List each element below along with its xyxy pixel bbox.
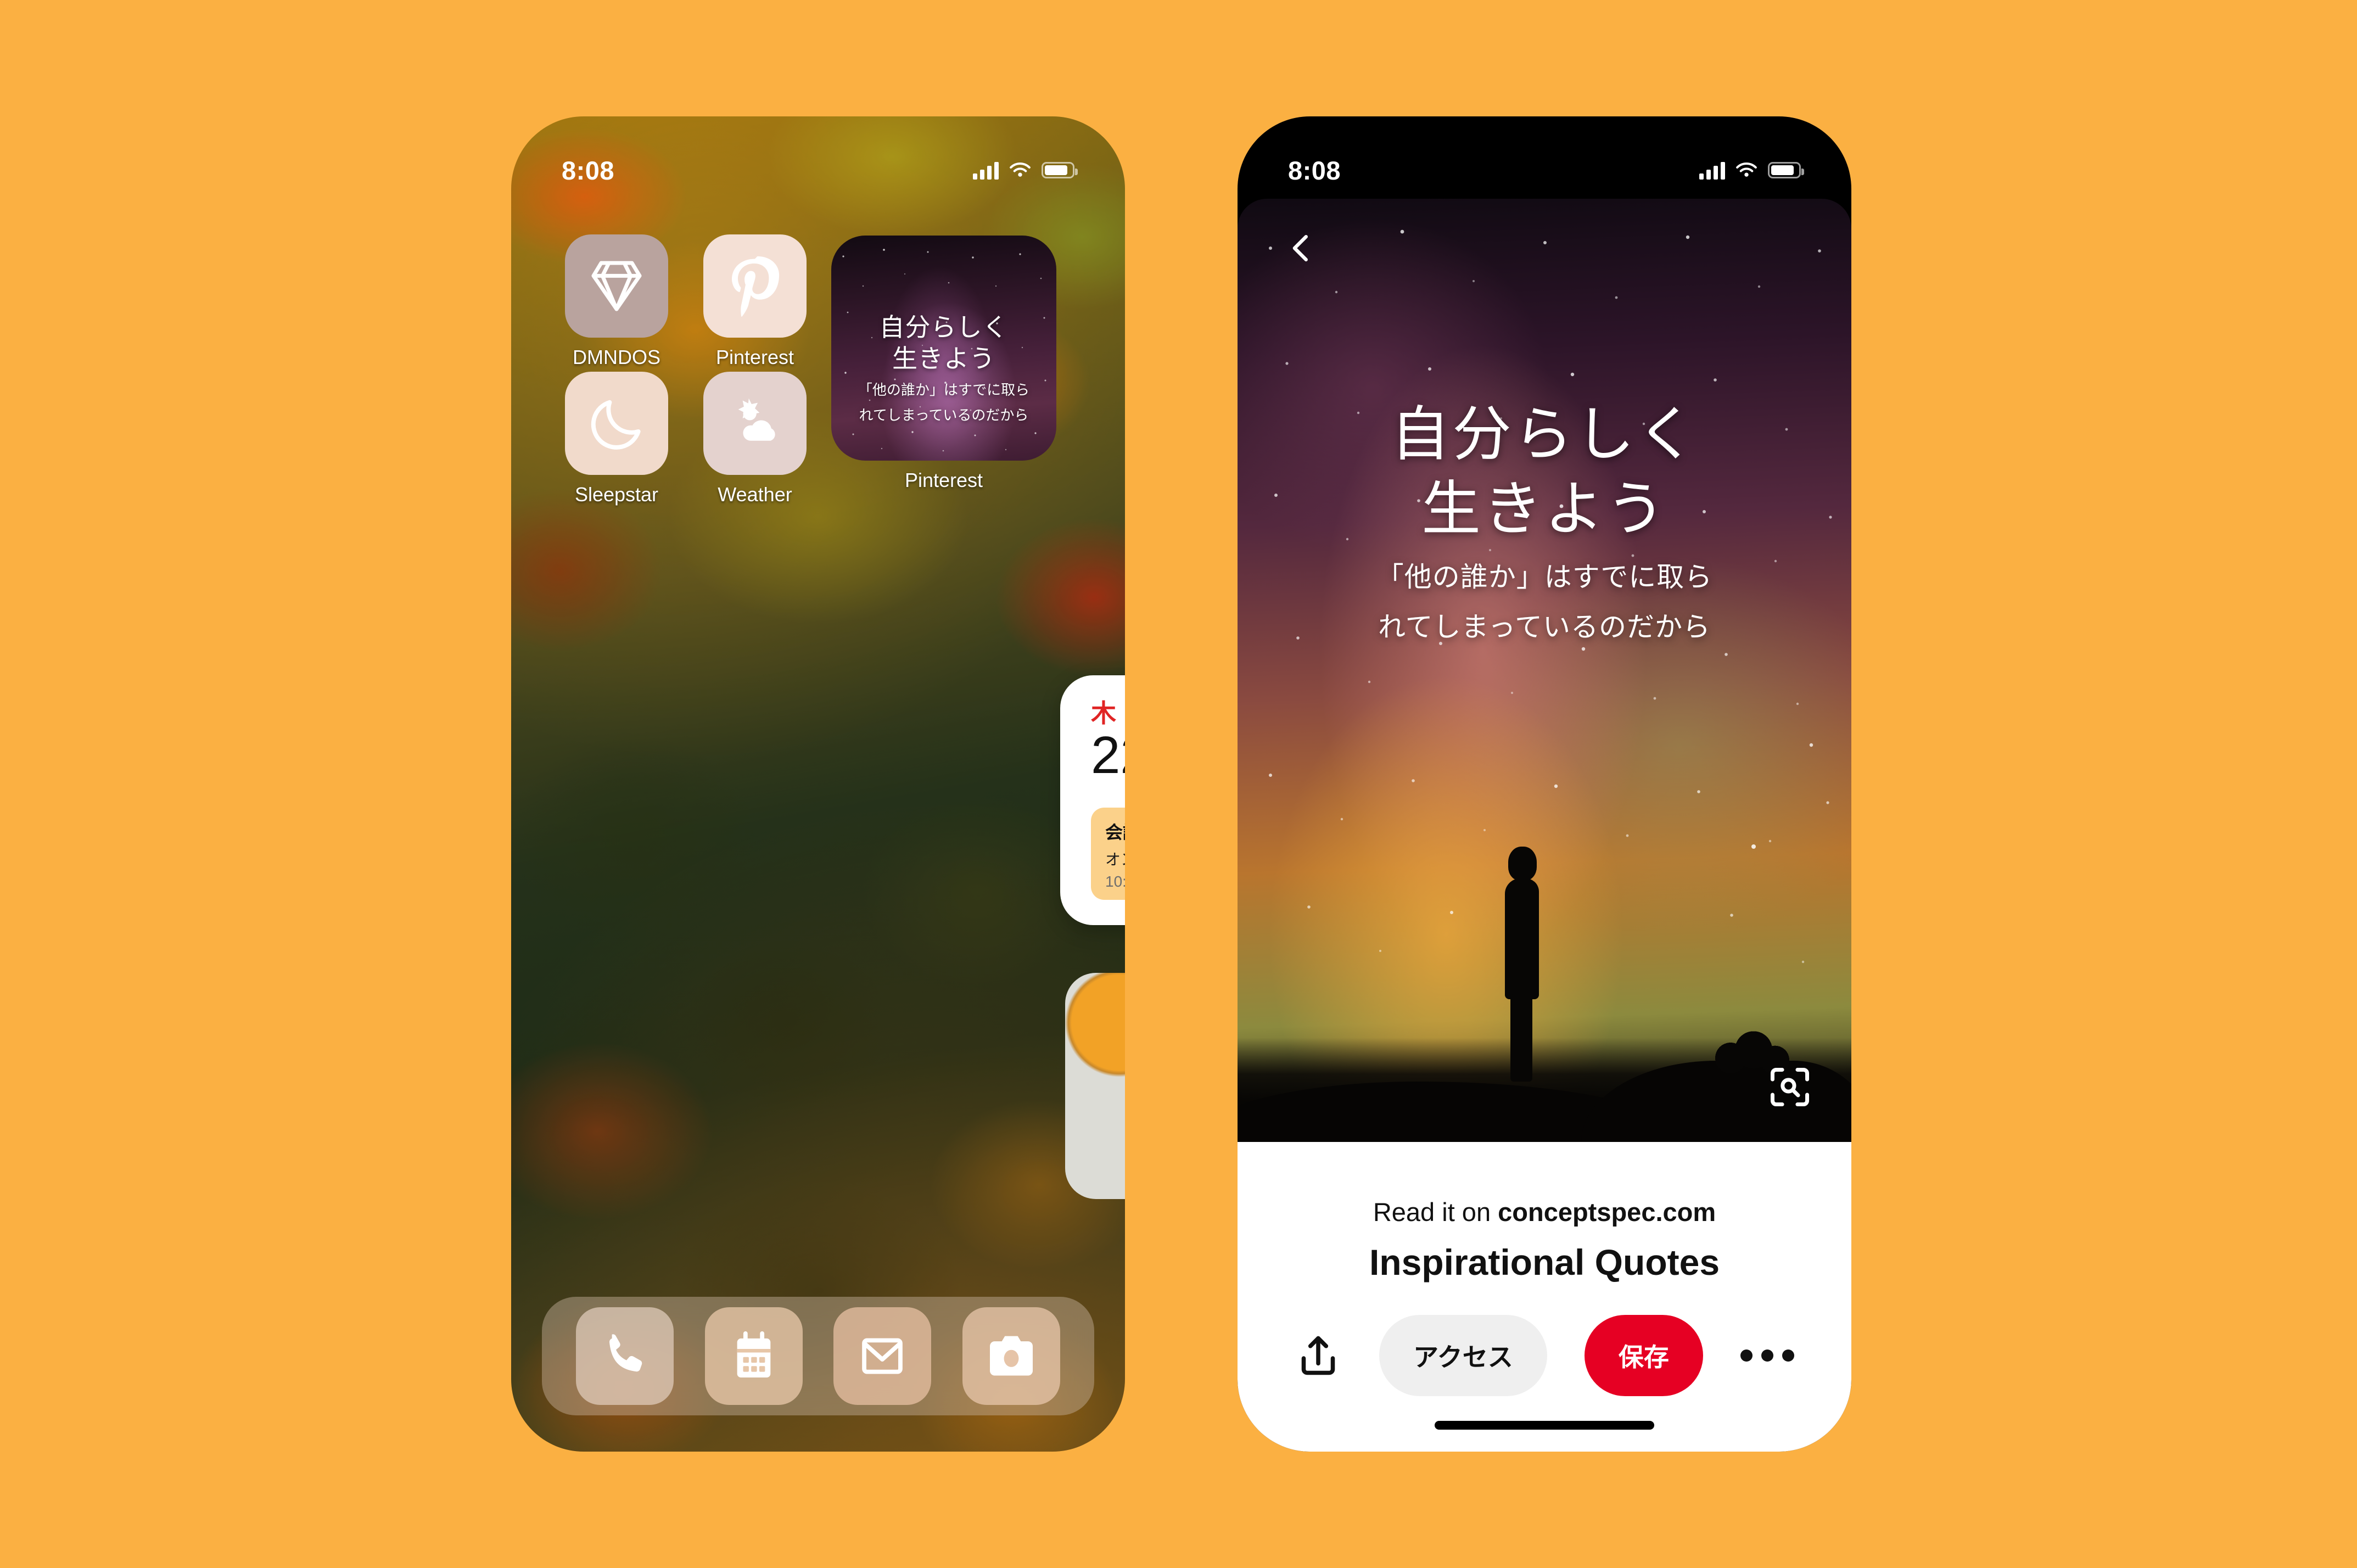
more-dots-icon[interactable] [1740,1349,1794,1362]
read-on-domain: conceptspec.com [1498,1197,1716,1227]
battery-icon [1042,162,1078,178]
event-time: 10:00-11:30 [1105,872,1125,890]
signal-bars-icon [973,161,999,180]
dock-app-mail[interactable] [833,1307,932,1405]
mail-icon [862,1338,903,1374]
status-bar-right: 8:08 [1238,116,1851,199]
pin-hero-image[interactable]: 自分らしく 生きよう 「他の誰か」はすでに取ら れてしまっているのだから [1238,199,1851,1142]
read-it-on-text[interactable]: Read it on conceptspec.com [1373,1197,1716,1227]
visual-search-icon [1770,1067,1810,1107]
quote-line-1: 自分らしく [1390,400,1698,467]
pin-title: Inspirational Quotes [1369,1242,1720,1283]
status-time: 8:08 [562,155,615,185]
quote-line-2: 生きよう [1421,475,1667,542]
camera-icon [989,1336,1033,1376]
hero-quote: 自分らしく 生きよう 「他の誰か」はすでに取ら れてしまっているのだから [1238,397,1851,646]
phone-pin-detail: 8:08 自分らしく 生きよう 「他の誰か」はすでに取ら れてしまっているのだか… [1238,116,1851,1452]
status-bar-left: 8:08 [511,116,1125,199]
access-button[interactable]: アクセス [1379,1315,1547,1396]
phone-home-screen: 8:08 DMNDOS Pinterest Sleepstar Weather … [511,116,1125,1452]
phone-icon [609,1334,642,1372]
pin-action-sheet: Read it on conceptspec.com Inspirational… [1238,1142,1851,1452]
battery-icon [1768,162,1804,178]
back-button[interactable] [1277,224,1325,272]
chevron-left-icon [1292,234,1308,262]
widget-calendar[interactable]: 木 22 会議 オンライン 10:00-11:30 10月 日月火水木金土123… [1060,675,1125,925]
home-indicator [1435,1421,1654,1430]
event-location: オンライン [1105,850,1125,868]
quote-sub-1: 「他の誰か」はすでに取ら [1376,561,1713,592]
dock-app-calendar[interactable] [704,1307,803,1405]
home-screen-grid-lower: Peacenrd Music Lovefest Clock [511,116,1125,1452]
calendar-day-number: 22 [1091,726,1125,785]
action-row: アクセス 保存 [1238,1315,1851,1396]
quote-sub-2: れてしまっているのだから [1378,611,1711,642]
dock-app-camera[interactable] [962,1307,1060,1405]
calendar-event-card[interactable]: 会議 オンライン 10:00-11:30 [1091,807,1125,900]
read-on-prefix: Read it on [1373,1197,1498,1227]
dock-app-phone[interactable] [576,1307,674,1405]
signal-bars-icon [1699,161,1725,180]
event-title: 会議 [1105,822,1125,842]
status-time: 8:08 [1288,155,1341,185]
share-icon [1301,1336,1335,1375]
calendar-weekday: 木 [1091,699,1116,727]
wifi-icon [1010,162,1031,177]
visual-search-button[interactable] [1766,1063,1814,1111]
wifi-icon [1736,162,1757,177]
calendar-icon [737,1331,771,1377]
person-silhouette [1498,847,1547,1082]
share-button[interactable] [1295,1330,1342,1381]
save-button[interactable]: 保存 [1584,1315,1703,1396]
dock [542,1297,1094,1415]
